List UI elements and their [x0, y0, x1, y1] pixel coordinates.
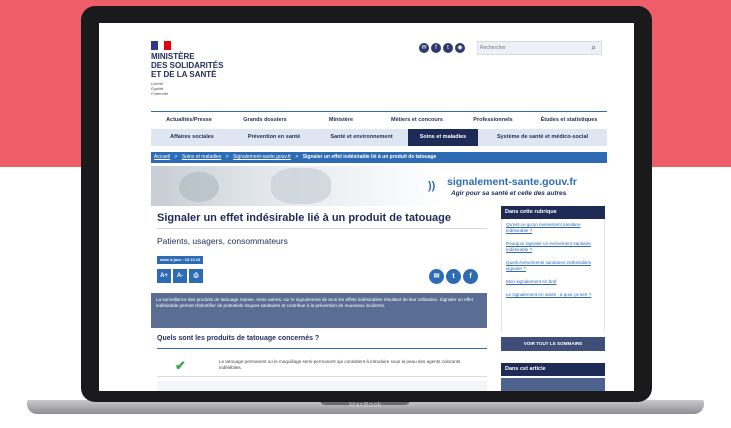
tab-affaires-sociales[interactable]: Affaires sociales [151, 129, 233, 146]
laptop-brand-label: MacBook [349, 402, 382, 409]
nav-actualites[interactable]: Actualités/Presse [151, 112, 227, 128]
table-row [157, 381, 487, 391]
section-heading: Quels sont les produits de tatouage conc… [157, 335, 320, 342]
republic-flag-logo [151, 41, 172, 50]
primary-nav: Actualités/Presse Grands dossiers Minist… [151, 111, 607, 128]
secondary-nav: Affaires sociales Prévention en santé Sa… [151, 129, 607, 146]
breadcrumb-separator: > [295, 154, 299, 160]
search-icon[interactable]: ⌕ [592, 43, 596, 53]
decrease-font-button[interactable]: A- [173, 269, 187, 283]
site-header: MINISTÈRE DES SOLIDARITÉS ET DE LA SANTÉ… [99, 23, 634, 107]
banner-photo [179, 172, 219, 202]
breadcrumb-separator: > [174, 154, 178, 160]
twitter-icon[interactable]: t [446, 269, 461, 284]
laptop-screen: MINISTÈRE DES SOLIDARITÉS ET DE LA SANTÉ… [99, 23, 634, 391]
breadcrumb-soins[interactable]: Soins et maladies [182, 154, 221, 160]
rss-icon[interactable]: ◉ [455, 43, 465, 53]
tab-prevention[interactable]: Prévention en santé [233, 129, 315, 146]
sidebar-link[interactable]: Le signalement en santé : à quoi ça sert… [502, 289, 604, 302]
sidebar-links: Qu'est-ce qu'un évènement sanitaire indé… [501, 219, 605, 331]
breadcrumb-home[interactable]: Accueil [154, 154, 170, 160]
row-text: Le tatouage permanent ou le maquillage s… [219, 359, 461, 370]
breadcrumb: Accueil > Soins et maladies > Signalemen… [151, 152, 607, 163]
share-buttons: ✉ t f [429, 269, 478, 284]
scene: MacBook MINISTÈRE DES SOLIDARITÉS ET DE … [0, 0, 731, 428]
update-badge: mise à jour : 19.10.19 [157, 256, 204, 264]
text-tools: A+ A- ⎙ [157, 269, 203, 283]
banner-photo [271, 168, 331, 204]
divider [157, 348, 487, 349]
tab-systeme-sante[interactable]: Système de santé et médico-social [478, 129, 607, 146]
sidebar-heading-article: Dans cet article [501, 363, 605, 376]
signal-waves-icon: )) [428, 180, 436, 192]
mail-icon[interactable]: ✉ [419, 43, 429, 53]
social-links: ✉ f t ◉ [419, 43, 465, 53]
print-icon[interactable]: ⎙ [189, 269, 203, 283]
facebook-icon[interactable]: f [463, 269, 478, 284]
sidebar-link[interactable]: Mon signalement en bref [502, 276, 604, 289]
banner-tagline: Agir pour sa santé et celle des autres [451, 190, 567, 197]
mail-icon[interactable]: ✉ [429, 269, 444, 284]
sidebar-link[interactable]: Qu'est-ce qu'un évènement sanitaire indé… [502, 219, 604, 238]
page-subtitle: Patients, usagers, consommateurs [157, 236, 288, 246]
sidebar-link[interactable]: Quels évènements sanitaires indésirables… [502, 257, 604, 276]
banner-site-url: signalement-sante.gouv.fr [447, 176, 577, 188]
search-input[interactable] [480, 43, 580, 53]
sidebar-link[interactable]: Pourquoi signaler un évènement sanitaire… [502, 238, 604, 257]
sidebar-article-item[interactable] [501, 378, 605, 391]
nav-grands-dossiers[interactable]: Grands dossiers [227, 112, 303, 128]
breadcrumb-signalement[interactable]: Signalement-sante.gouv.fr [233, 154, 291, 160]
facebook-icon[interactable]: f [431, 43, 441, 53]
divider [157, 228, 487, 229]
page-title: Signaler un effet indésirable lié à un p… [157, 212, 451, 224]
nav-professionnels[interactable]: Professionnels [455, 112, 531, 128]
check-icon: ✔ [175, 358, 186, 373]
breadcrumb-separator: > [225, 154, 229, 160]
table-row: ✔ Le tatouage permanent ou le maquillage… [157, 354, 487, 377]
tab-soins-maladies[interactable]: Soins et maladies [408, 129, 478, 146]
ministry-logo-text[interactable]: MINISTÈRE DES SOLIDARITÉS ET DE LA SANTÉ [151, 52, 223, 79]
sidebar-heading: Dans cette rubrique [501, 206, 605, 219]
nav-ministere[interactable]: Ministère [303, 112, 379, 128]
view-summary-button[interactable]: VOIR TOUT LE SOMMAIRE [501, 337, 605, 351]
republic-motto: Liberté Égalité Fraternité [151, 81, 169, 96]
intro-box: La surveillance des produits de tatouage… [151, 293, 487, 328]
increase-font-button[interactable]: A+ [157, 269, 171, 283]
breadcrumb-current: Signaler un effet indésirable lié à un p… [302, 154, 437, 160]
hero-banner: )) signalement-sante.gouv.fr Agir pour s… [151, 166, 607, 206]
tab-sante-environnement[interactable]: Santé et environnement [315, 129, 408, 146]
nav-metiers[interactable]: Métiers et concours [379, 112, 455, 128]
search-box: ⌕ [477, 41, 602, 55]
twitter-icon[interactable]: t [443, 43, 453, 53]
nav-etudes[interactable]: Études et statistiques [531, 112, 607, 128]
